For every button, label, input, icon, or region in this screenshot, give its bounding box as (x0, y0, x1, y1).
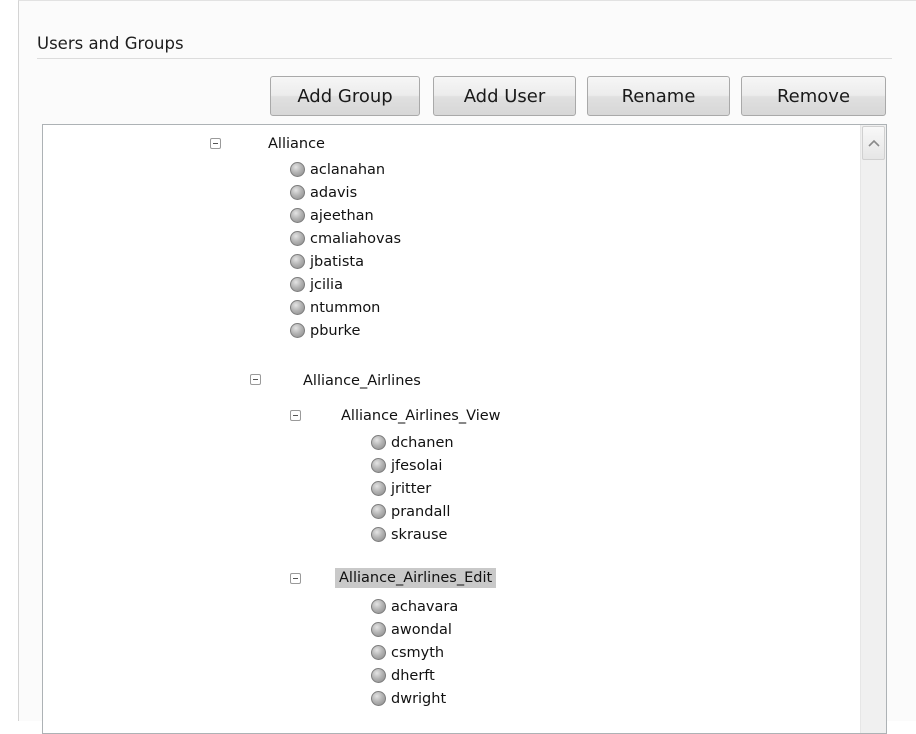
user-icon (290, 185, 305, 200)
user-name: cmaliahovas (310, 230, 402, 247)
user-icon (371, 668, 386, 683)
collapse-icon[interactable] (210, 138, 221, 149)
user-icon (371, 622, 386, 637)
user-name: achavara (391, 598, 459, 615)
user-icon (371, 599, 386, 614)
user-name: prandall (391, 503, 451, 520)
user-icon (290, 254, 305, 269)
group-label: Alliance_Airlines_View (341, 407, 501, 424)
tree-user-row[interactable]: ntummon (290, 296, 380, 319)
remove-button[interactable]: Remove (741, 76, 886, 116)
tree-group-alliance-airlines-edit[interactable]: Alliance_Airlines_Edit (335, 566, 497, 589)
user-name: ajeethan (310, 207, 374, 224)
user-icon (290, 300, 305, 315)
tree-user-row[interactable]: dchanen (371, 431, 454, 454)
user-name: ntummon (310, 299, 381, 316)
user-icon (371, 435, 386, 450)
user-icon (371, 527, 386, 542)
tree-group-alliance[interactable]: Alliance (264, 132, 329, 155)
add-user-button[interactable]: Add User (433, 76, 576, 116)
user-name: adavis (310, 184, 358, 201)
user-icon (371, 458, 386, 473)
user-icon (371, 504, 386, 519)
section-divider (37, 58, 892, 59)
user-icon (371, 691, 386, 706)
add-group-button[interactable]: Add Group (270, 76, 420, 116)
user-name: dchanen (391, 434, 454, 451)
user-name: dwright (391, 690, 447, 707)
tree-group-alliance-airlines-view[interactable]: Alliance_Airlines_View (337, 404, 505, 427)
tree-user-row[interactable]: prandall (371, 500, 450, 523)
user-icon (371, 645, 386, 660)
tree-user-row[interactable]: awondal (371, 618, 452, 641)
user-name: aclanahan (310, 161, 386, 178)
user-name: pburke (310, 322, 361, 339)
user-name: jbatista (310, 253, 364, 270)
tree-user-row[interactable]: jbatista (290, 250, 364, 273)
group-label: Alliance (268, 135, 325, 152)
section-title: Users and Groups (37, 34, 184, 53)
tree-user-row[interactable]: ajeethan (290, 204, 374, 227)
tree-user-row[interactable]: achavara (371, 595, 458, 618)
user-name: awondal (391, 621, 452, 638)
scroll-up-button[interactable] (862, 126, 885, 160)
tree-user-row[interactable]: csmyth (371, 641, 444, 664)
scroll-up-arrow-icon (867, 139, 880, 147)
user-icon (290, 277, 305, 292)
user-name: jcilia (310, 276, 343, 293)
tree-user-row[interactable]: skrause (371, 523, 447, 546)
collapse-icon[interactable] (290, 410, 301, 421)
user-name: csmyth (391, 644, 445, 661)
group-label-selected: Alliance_Airlines_Edit (335, 567, 497, 588)
tree-user-row[interactable]: cmaliahovas (290, 227, 401, 250)
user-icon (290, 323, 305, 338)
tree-user-row[interactable]: aclanahan (290, 158, 385, 181)
user-name: jritter (391, 480, 432, 497)
user-icon (290, 231, 305, 246)
tree-user-row[interactable]: jritter (371, 477, 431, 500)
tree-user-row[interactable]: dherft (371, 664, 435, 687)
tree-user-row[interactable]: pburke (290, 319, 360, 342)
user-icon (290, 162, 305, 177)
tree-user-row[interactable]: adavis (290, 181, 357, 204)
collapse-icon[interactable] (290, 573, 301, 584)
vertical-scrollbar[interactable] (860, 125, 886, 733)
rename-button[interactable]: Rename (587, 76, 730, 116)
tree-group-alliance-airlines[interactable]: Alliance_Airlines (299, 369, 425, 392)
user-icon (371, 481, 386, 496)
users-groups-tree[interactable]: Alliance aclanahan adavis ajeethan cmali… (42, 124, 887, 734)
group-label: Alliance_Airlines (303, 372, 421, 389)
tree-user-row[interactable]: dwright (371, 687, 446, 710)
tree-user-row[interactable]: jfesolai (371, 454, 442, 477)
user-name: dherft (391, 667, 435, 684)
user-name: skrause (391, 526, 448, 543)
user-name: jfesolai (391, 457, 443, 474)
user-icon (290, 208, 305, 223)
collapse-icon[interactable] (250, 374, 261, 385)
tree-user-row[interactable]: jcilia (290, 273, 343, 296)
